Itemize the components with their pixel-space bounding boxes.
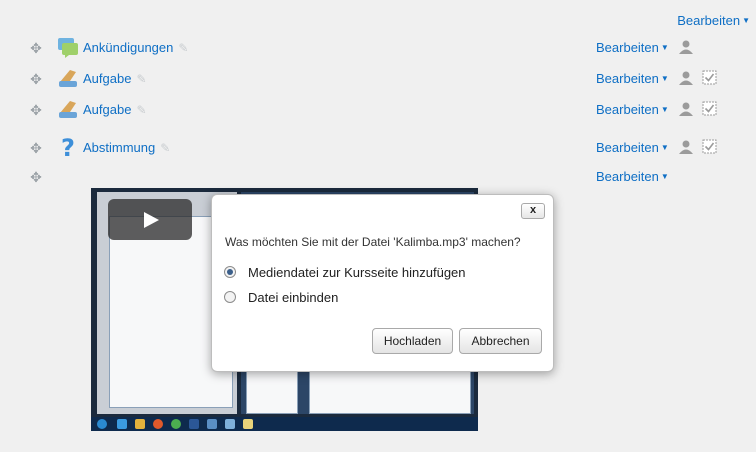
edit-title-pencil-icon[interactable]: ✎ (178, 41, 188, 55)
activity-name: Aufgabe (83, 71, 132, 86)
forum-icon (58, 38, 78, 58)
completion-checkbox-icon[interactable] (702, 70, 717, 85)
folder-icon (135, 419, 145, 429)
option-label: Datei einbinden (248, 290, 339, 305)
activity-edit-menu[interactable]: Bearbeiten ▼ (596, 140, 669, 155)
upload-button[interactable]: Hochladen (372, 328, 453, 354)
caret-down-icon: ▼ (660, 172, 669, 181)
activity-row-choice: ✥ ? Abstimmung ✎ Bearbeiten ▼ (0, 135, 756, 161)
activity-link-choice[interactable]: Abstimmung ✎ (83, 140, 170, 155)
option-add-media[interactable]: Mediendatei zur Kursseite hinzufügen (224, 265, 466, 280)
activity-edit-label: Bearbeiten (596, 102, 659, 117)
activity-edit-menu[interactable]: Bearbeiten ▼ (596, 169, 669, 184)
activity-link-forum[interactable]: Ankündigungen ✎ (83, 40, 188, 55)
caret-down-icon: ▼ (660, 74, 669, 83)
activity-name: Aufgabe (83, 102, 132, 117)
option-label: Mediendatei zur Kursseite hinzufügen (248, 265, 466, 280)
groups-icon[interactable] (678, 39, 694, 55)
activity-name: Abstimmung (83, 140, 156, 155)
radio-button-checked[interactable] (224, 266, 236, 278)
start-icon (97, 419, 107, 429)
completion-checkbox-icon[interactable] (702, 139, 717, 154)
groups-icon[interactable] (678, 139, 694, 155)
activity-link-assignment[interactable]: Aufgabe ✎ (83, 102, 147, 117)
choice-icon: ? (61, 135, 75, 159)
radio-button[interactable] (224, 291, 236, 303)
move-icon[interactable]: ✥ (28, 40, 44, 56)
activity-row-assignment: ✥ Aufgabe ✎ Bearbeiten ▼ (0, 66, 756, 92)
firefox-icon (153, 419, 163, 429)
activity-edit-menu[interactable]: Bearbeiten ▼ (596, 102, 669, 117)
move-icon[interactable]: ✥ (28, 102, 44, 118)
video-frame-taskbar (91, 417, 478, 431)
edit-title-pencil-icon[interactable]: ✎ (136, 72, 146, 86)
assignment-icon (59, 70, 77, 87)
caret-down-icon: ▼ (742, 16, 750, 25)
activity-name: Ankündigungen (83, 40, 174, 55)
play-button[interactable] (108, 199, 192, 240)
move-icon[interactable]: ✥ (28, 169, 44, 185)
edit-title-pencil-icon[interactable]: ✎ (160, 141, 170, 155)
activity-edit-menu[interactable]: Bearbeiten ▼ (596, 71, 669, 86)
dialog-close-button[interactable]: x (521, 203, 545, 219)
groups-icon[interactable] (678, 70, 694, 86)
close-icon: x (529, 204, 537, 216)
groups-icon[interactable] (678, 101, 694, 117)
browser-icon (117, 419, 127, 429)
activity-edit-label: Bearbeiten (596, 169, 659, 184)
activity-edit-label: Bearbeiten (596, 40, 659, 55)
activity-row-assignment: ✥ Aufgabe ✎ Bearbeiten ▼ (0, 97, 756, 123)
move-icon[interactable]: ✥ (28, 140, 44, 156)
activity-row-video: ✥ Bearbeiten ▼ (0, 164, 756, 190)
move-icon[interactable]: ✥ (28, 71, 44, 87)
svg-text:?: ? (61, 135, 75, 159)
activity-edit-label: Bearbeiten (596, 140, 659, 155)
chrome-icon (171, 419, 181, 429)
course-page: Bearbeiten ▼ ✥ Ankündigungen ✎ Bearbeiten ▼… (0, 0, 756, 452)
activity-row-forum: ✥ Ankündigungen ✎ Bearbeiten ▼ (0, 35, 756, 61)
section-edit-label: Bearbeiten (677, 13, 741, 28)
caret-down-icon: ▼ (660, 143, 669, 152)
caret-down-icon: ▼ (660, 105, 669, 114)
app-icon (207, 419, 217, 429)
activity-edit-menu[interactable]: Bearbeiten ▼ (596, 40, 669, 55)
activity-edit-label: Bearbeiten (596, 71, 659, 86)
section-edit-menu[interactable]: Bearbeiten ▼ (677, 13, 750, 28)
completion-checkbox-icon[interactable] (702, 101, 717, 116)
play-icon (144, 212, 159, 228)
file-action-dialog: x Was möchten Sie mit der Datei 'Kalimba… (211, 194, 554, 372)
caret-down-icon: ▼ (660, 43, 669, 52)
option-embed-file[interactable]: Datei einbinden (224, 290, 338, 305)
video-frame-explorer (246, 370, 298, 414)
app-icon (225, 419, 235, 429)
activity-link-assignment[interactable]: Aufgabe ✎ (83, 71, 147, 86)
dialog-question: Was möchten Sie mit der Datei 'Kalimba.m… (225, 235, 521, 249)
assignment-icon (59, 101, 77, 118)
word-icon (189, 419, 199, 429)
cancel-button[interactable]: Abbrechen (459, 328, 542, 354)
video-frame-window-2 (309, 370, 471, 414)
edit-title-pencil-icon[interactable]: ✎ (136, 103, 146, 117)
app-icon (243, 419, 253, 429)
